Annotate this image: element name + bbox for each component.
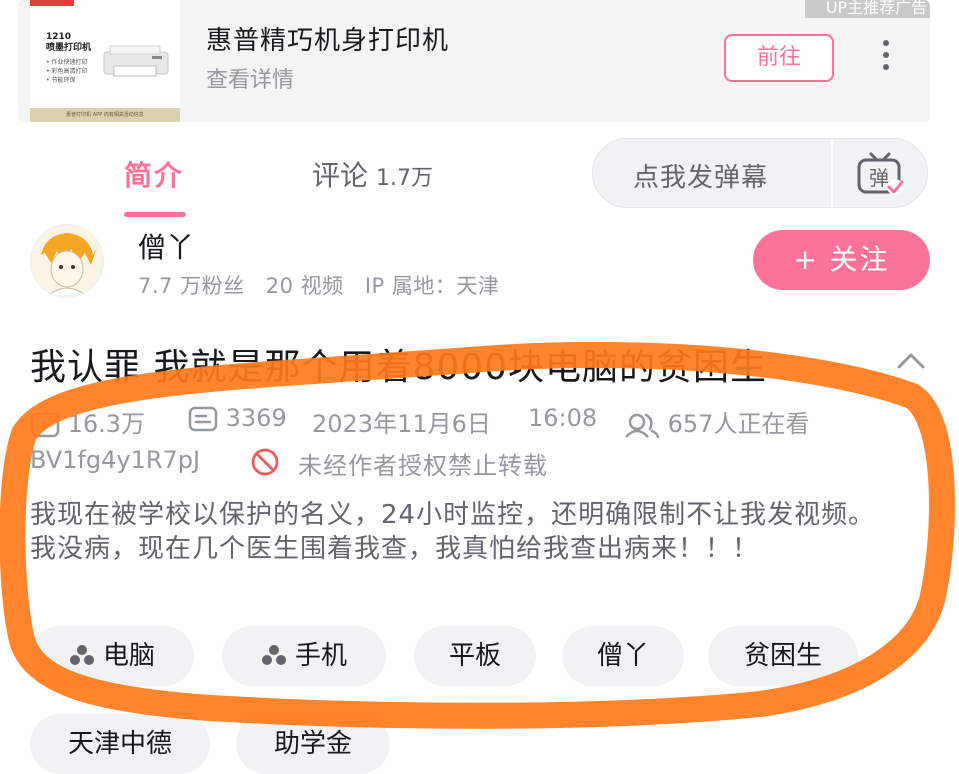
tag-label: 贫困生 (743, 641, 822, 671)
topic-icon (69, 644, 94, 665)
danmaku-bar: 点我发弹幕 弹 (592, 138, 928, 208)
printer-image (103, 45, 169, 77)
danmaku-icon (188, 406, 218, 432)
watching-now-value: 657人正在看 (667, 410, 810, 438)
no-repost-icon (251, 448, 279, 476)
tag-phone[interactable]: 手机 (222, 626, 386, 686)
tag-label: 天津中德 (67, 729, 172, 759)
tag-tablet[interactable]: 平板 (414, 626, 536, 686)
tag-uploader[interactable]: 僧丫 (562, 626, 684, 686)
tag-label: 电脑 (102, 641, 155, 671)
ad-thumb-footer: 惠普打印机 APP 内有相关活动信息 (30, 108, 180, 122)
tag-label: 手机 (294, 641, 347, 671)
ip-location: IP 属地：天津 (364, 274, 500, 298)
tab-intro[interactable]: 简介 (124, 154, 184, 194)
tag-label: 僧丫 (596, 641, 649, 671)
ad-thumb-features: • 作业快速打印 • 彩色高清打印 • 节能环保 (46, 58, 87, 85)
video-description: 我现在被学校以保护的名义，24小时监控，还明确限制不让我发视频。 我没病，现在几… (30, 498, 930, 566)
tab-comments-label: 评论 (312, 159, 369, 192)
avatar[interactable] (30, 224, 104, 298)
danmaku-count-value: 3369 (225, 404, 287, 432)
publish-date: 2023年11月6日 (312, 410, 491, 438)
more-options-icon[interactable] (880, 40, 892, 76)
ad-thumb-model-number: 1210 (46, 32, 72, 42)
ad-thumb-feature: • 彩色高清打印 (46, 68, 88, 75)
tag-pc[interactable]: 电脑 (30, 626, 194, 686)
avatar-image (31, 225, 103, 297)
danmaku-settings-icon[interactable]: 弹 (855, 151, 905, 197)
publish-time: 16:08 (528, 404, 598, 432)
ad-details-link[interactable]: 查看详情 (206, 62, 294, 94)
follow-button[interactable]: + 关注 (753, 230, 930, 290)
danmaku-count: 3369 (188, 404, 287, 433)
tag-grant[interactable]: 助学金 (236, 714, 390, 774)
ad-thumb-model: 1210 喷墨打印机 (46, 32, 91, 54)
video-count: 20 视频 (265, 274, 344, 298)
ad-thumb-feature: • 节能环保 (46, 77, 76, 84)
uploader-name[interactable]: 僧丫 (138, 226, 194, 266)
fans-count: 7.7 万粉丝 (138, 274, 245, 298)
svg-text:弹: 弹 (869, 166, 889, 190)
comments-count: 1.7万 (376, 166, 434, 191)
tab-comments[interactable]: 评论 1.7万 (312, 154, 433, 194)
description-line: 我没病，现在几个医生围着我查，我真怕给我查出病来！！！ (30, 534, 760, 564)
no-repost-notice: 未经作者授权禁止转载 (298, 452, 548, 480)
play-icon (30, 412, 60, 438)
ad-thumb-feature: • 作业快速打印 (46, 59, 88, 66)
people-icon (625, 413, 660, 439)
play-count-value: 16.3万 (67, 410, 146, 438)
tag-poor-student[interactable]: 贫困生 (708, 626, 858, 686)
tag-label: 助学金 (273, 729, 352, 759)
ad-title[interactable]: 惠普精巧机身打印机 (206, 20, 449, 57)
divider (831, 139, 833, 207)
tag-tianjin-zhongde[interactable]: 天津中德 (30, 714, 210, 774)
ad-card[interactable]: 1210 喷墨打印机 • 作业快速打印 • 彩色高清打印 • 节能环保 惠普打印… (18, 0, 930, 122)
uploader-meta: 7.7 万粉丝 20 视频 IP 属地：天津 (138, 270, 513, 300)
ad-label: UP主推荐广告 (805, 0, 930, 18)
tab-active-indicator (124, 212, 186, 217)
play-count: 16.3万 (30, 404, 145, 439)
tag-label: 平板 (448, 641, 501, 671)
watching-now: 657人正在看 (624, 404, 809, 439)
description-line: 我现在被学校以保护的名义，24小时监控，还明确限制不让我发视频。 (30, 500, 876, 530)
chevron-up-icon[interactable] (896, 350, 926, 370)
bvid[interactable]: BV1fg4y1R7pJ (30, 446, 200, 474)
brand-logo (30, 0, 74, 6)
video-title: 我认罪 我就是那个用着8000块电脑的贫困生 (30, 347, 768, 388)
ad-go-button[interactable]: 前往 (724, 34, 834, 82)
topic-icon (261, 644, 286, 665)
ad-thumbnail[interactable]: 1210 喷墨打印机 • 作业快速打印 • 彩色高清打印 • 节能环保 惠普打印… (30, 0, 180, 122)
danmaku-input[interactable]: 点我发弹幕 (633, 157, 768, 194)
ad-thumb-model-type: 喷墨打印机 (46, 43, 92, 53)
